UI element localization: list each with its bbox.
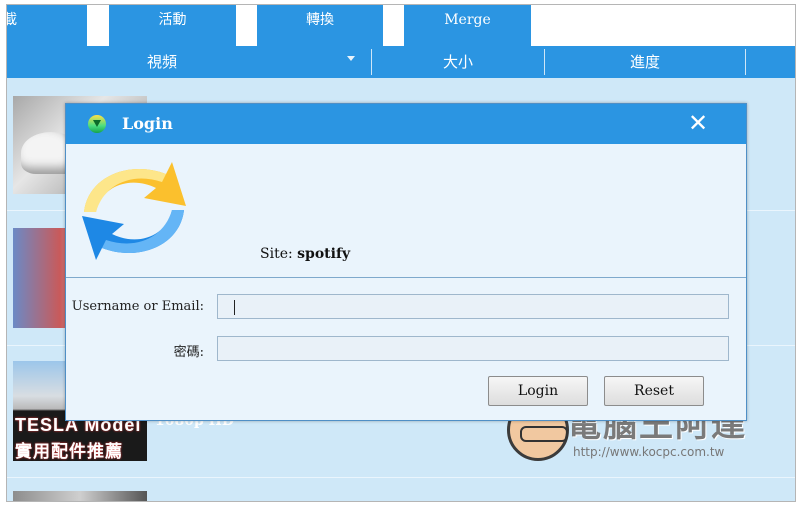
column-size[interactable]: 大小	[372, 46, 544, 78]
sync-logo-icon	[82, 162, 186, 260]
dialog-divider	[66, 277, 746, 278]
tab-bar: 下載 活動 轉換 Merge	[7, 5, 795, 46]
column-video[interactable]: 視頻	[7, 46, 317, 78]
row-divider	[7, 477, 795, 478]
dialog-title: Login	[122, 114, 173, 133]
site-value: spotify	[297, 246, 351, 262]
column-size-label: 大小	[442, 53, 473, 71]
download-app-icon	[88, 115, 106, 133]
tab-merge[interactable]: Merge	[404, 5, 531, 46]
tab-download[interactable]: 下載	[7, 5, 87, 46]
tab-download-label: 下載	[7, 5, 87, 35]
dialog-titlebar[interactable]: Login ✕	[66, 104, 746, 144]
login-dialog: Login ✕ Site: spotify Username or Email:…	[65, 103, 747, 421]
site-info: Site: spotify	[260, 246, 350, 262]
tab-merge-label: Merge	[444, 12, 491, 28]
chevron-down-icon[interactable]	[347, 56, 355, 61]
column-video-label: 視頻	[146, 53, 177, 71]
watermark-url: http://www.kocpc.com.tw	[573, 445, 725, 459]
close-icon[interactable]: ✕	[686, 108, 710, 138]
password-input[interactable]	[217, 336, 729, 361]
text-caret	[234, 300, 235, 315]
tab-activity-label: 活動	[158, 12, 187, 28]
tab-activity[interactable]: 活動	[109, 5, 236, 46]
column-header: 視頻 大小 進度	[7, 46, 795, 78]
username-input[interactable]	[217, 294, 729, 319]
app-window: 下載 活動 轉換 Merge 視頻 大小 進度 TESLA Model 實用配件…	[6, 4, 796, 502]
thumbnail-caption: 實用配件推薦	[15, 442, 123, 461]
video-thumbnail[interactable]	[13, 491, 147, 501]
reset-button[interactable]: Reset	[604, 376, 704, 406]
site-label: Site:	[260, 246, 298, 262]
tab-convert-label: 轉換	[306, 12, 334, 28]
column-progress-label: 進度	[629, 53, 660, 71]
login-button[interactable]: Login	[488, 376, 588, 406]
tab-convert[interactable]: 轉換	[257, 5, 383, 46]
username-label: Username or Email:	[71, 299, 204, 314]
glasses-icon	[520, 426, 568, 442]
column-divider	[745, 49, 746, 75]
column-progress[interactable]: 進度	[545, 46, 745, 78]
password-label: 密碼:	[173, 345, 204, 360]
